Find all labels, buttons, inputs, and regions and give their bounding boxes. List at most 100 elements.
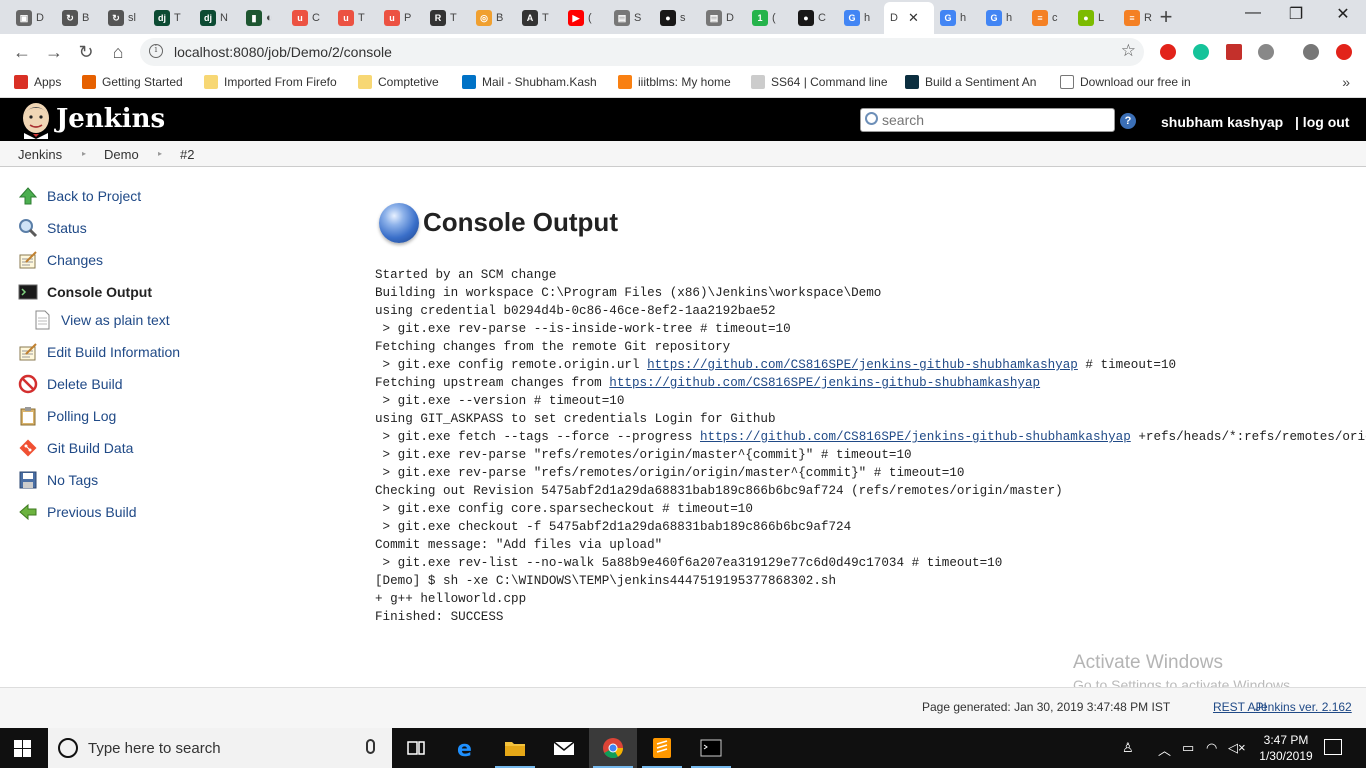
browser-tab[interactable]: ● L <box>1072 5 1118 30</box>
user-name-link[interactable]: shubham kashyap <box>1161 114 1283 130</box>
volume-icon[interactable]: ◁× <box>1228 740 1246 756</box>
browser-tab[interactable]: ▤ S <box>608 5 654 30</box>
maximize-icon[interactable]: ❐ <box>1281 4 1311 24</box>
logout-link[interactable]: | log out <box>1295 114 1349 130</box>
repository-link[interactable]: https://github.com/CS816SPE/jenkins-gith… <box>647 358 1078 372</box>
people-icon[interactable]: ♙ <box>1122 740 1134 756</box>
side-item-console-output[interactable]: Console Output <box>18 281 152 303</box>
taskbar-clock[interactable]: 3:47 PM 1/30/2019 <box>1256 732 1316 764</box>
browser-tab[interactable]: AT <box>516 5 562 30</box>
close-window-icon[interactable]: ✕ <box>1328 4 1358 24</box>
home-icon[interactable]: ⌂ <box>106 40 130 64</box>
side-item-view-as-plain-text[interactable]: View as plain text <box>32 309 170 331</box>
console-line: > git.exe fetch --tags --force --progres… <box>375 428 1366 446</box>
breadcrumb-jenkins[interactable]: Jenkins <box>18 147 62 162</box>
jenkins-butler-logo[interactable] <box>18 101 54 139</box>
chrome-icon[interactable] <box>589 728 637 768</box>
jenkins-version-link[interactable]: Jenkins ver. 2.162 <box>1255 700 1352 714</box>
address-bar[interactable]: i localhost:8080/job/Demo/2/console ☆ <box>140 38 1144 66</box>
mail-icon[interactable] <box>540 728 588 768</box>
forward-icon[interactable]: → <box>42 40 66 64</box>
bookmark-item[interactable]: Comptetive <box>358 75 439 89</box>
browser-tab[interactable]: ▣ D <box>10 5 56 30</box>
help-icon[interactable]: ? <box>1120 113 1136 129</box>
new-tab-icon[interactable]: + <box>1154 4 1178 30</box>
task-view-icon[interactable] <box>392 728 440 768</box>
breadcrumb: Jenkins ▸ Demo ▸ #2 <box>0 141 1366 167</box>
taskbar-search-placeholder[interactable]: Type here to search <box>88 740 221 757</box>
bookmark-star-icon[interactable]: ☆ <box>1121 41 1136 61</box>
tab-active[interactable]: D ✕ <box>884 2 934 34</box>
browser-tab[interactable]: ≡ c <box>1026 5 1072 30</box>
side-item-previous-build[interactable]: Previous Build <box>18 501 137 523</box>
browser-tab[interactable]: Gh <box>980 5 1026 30</box>
bookmarks-overflow-icon[interactable]: » <box>1342 74 1350 90</box>
url-text[interactable]: localhost:8080/job/Demo/2/console <box>174 44 392 60</box>
microphone-icon[interactable] <box>366 739 375 754</box>
bookmark-item[interactable]: SS64 | Command line <box>751 75 888 89</box>
browser-tab[interactable]: ● s <box>654 5 700 30</box>
browser-tab[interactable]: ▤ D <box>700 5 746 30</box>
side-item-changes[interactable]: Changes <box>18 249 103 271</box>
side-item-edit-build-information[interactable]: Edit Build Information <box>18 341 180 363</box>
info-icon[interactable]: i <box>149 44 163 58</box>
side-item-polling-log[interactable]: Polling Log <box>18 405 116 427</box>
browser-tab[interactable]: ↻ sl <box>102 5 148 30</box>
repository-link[interactable]: https://github.com/CS816SPE/jenkins-gith… <box>609 376 1040 390</box>
repository-link[interactable]: https://github.com/CS816SPE/jenkins-gith… <box>700 430 1131 444</box>
taskbar-search-box[interactable]: Type here to search <box>48 728 392 768</box>
minimize-icon[interactable]: — <box>1238 4 1268 22</box>
browser-tab[interactable]: ▮ ◐ <box>240 5 286 30</box>
back-icon[interactable]: ← <box>10 40 34 64</box>
browser-tab[interactable]: Gh <box>838 5 884 30</box>
grammarly-extension-icon[interactable] <box>1193 44 1209 60</box>
breadcrumb-demo[interactable]: Demo <box>104 147 139 162</box>
browser-tab[interactable]: dj T <box>148 5 194 30</box>
bookmark-item[interactable]: Mail - Shubham.Kash <box>462 75 597 89</box>
browser-tab[interactable]: ▶( <box>562 5 608 30</box>
wifi-icon[interactable]: ◠ <box>1206 740 1217 756</box>
breadcrumb-build-number[interactable]: #2 <box>180 147 194 162</box>
side-item-back-to-project[interactable]: Back to Project <box>18 185 141 207</box>
console-line: [Demo] $ sh -xe C:\WINDOWS\TEMP\jenkins4… <box>375 572 1360 590</box>
jenkins-title[interactable]: Jenkins <box>56 104 165 134</box>
browser-tab[interactable]: ↻ B <box>56 5 102 30</box>
bookmark-item[interactable]: Download our free in <box>1060 75 1191 89</box>
file-explorer-icon[interactable] <box>491 728 539 768</box>
bookmark-item[interactable]: Getting Started <box>82 75 183 89</box>
battery-icon[interactable]: ▭ <box>1182 740 1194 756</box>
close-tab-icon[interactable]: ✕ <box>908 10 919 26</box>
edge-browser-icon[interactable]: e <box>442 728 490 768</box>
browser-tab[interactable]: 1( <box>746 5 792 30</box>
opera-extension-icon[interactable] <box>1160 44 1176 60</box>
action-center-icon[interactable] <box>1324 739 1342 755</box>
side-item-status[interactable]: Status <box>18 217 87 239</box>
browser-tab[interactable]: ◎ B <box>470 5 516 30</box>
browser-tab[interactable]: ● C <box>792 5 838 30</box>
build-status-blue-ball-icon <box>379 203 419 243</box>
bookmark-item[interactable]: Imported From Firefo <box>204 75 337 89</box>
side-item-git-build-data[interactable]: Git Build Data <box>18 437 133 459</box>
jenkins-search-input[interactable] <box>882 111 1107 129</box>
bookmark-item[interactable]: Build a Sentiment An <box>905 75 1036 89</box>
browser-tab[interactable]: RT <box>424 5 470 30</box>
circle-extension-icon[interactable] <box>1258 44 1274 60</box>
command-prompt-icon[interactable] <box>687 728 735 768</box>
browser-tab[interactable]: uT <box>332 5 378 30</box>
sublime-text-icon[interactable] <box>638 728 686 768</box>
browser-tab[interactable]: uP <box>378 5 424 30</box>
reload-icon[interactable]: ↻ <box>74 40 98 64</box>
side-item-no-tags[interactable]: No Tags <box>18 469 98 491</box>
profile-avatar[interactable] <box>1303 44 1319 60</box>
bookmark-item[interactable]: iiitblms: My home <box>618 75 731 89</box>
browser-tab[interactable]: uC <box>286 5 332 30</box>
side-item-delete-build[interactable]: Delete Build <box>18 373 123 395</box>
browser-tab[interactable]: Gh <box>934 5 980 30</box>
book-extension-icon[interactable] <box>1226 44 1242 60</box>
windows-start-icon[interactable] <box>14 740 31 757</box>
browser-tab[interactable]: dj N <box>194 5 240 30</box>
jenkins-search-box[interactable] <box>860 108 1115 132</box>
bookmark-item[interactable]: Apps <box>14 75 61 89</box>
update-icon[interactable] <box>1336 44 1352 60</box>
show-hidden-icons-chevron-icon[interactable]: ︿ <box>1158 740 1171 759</box>
